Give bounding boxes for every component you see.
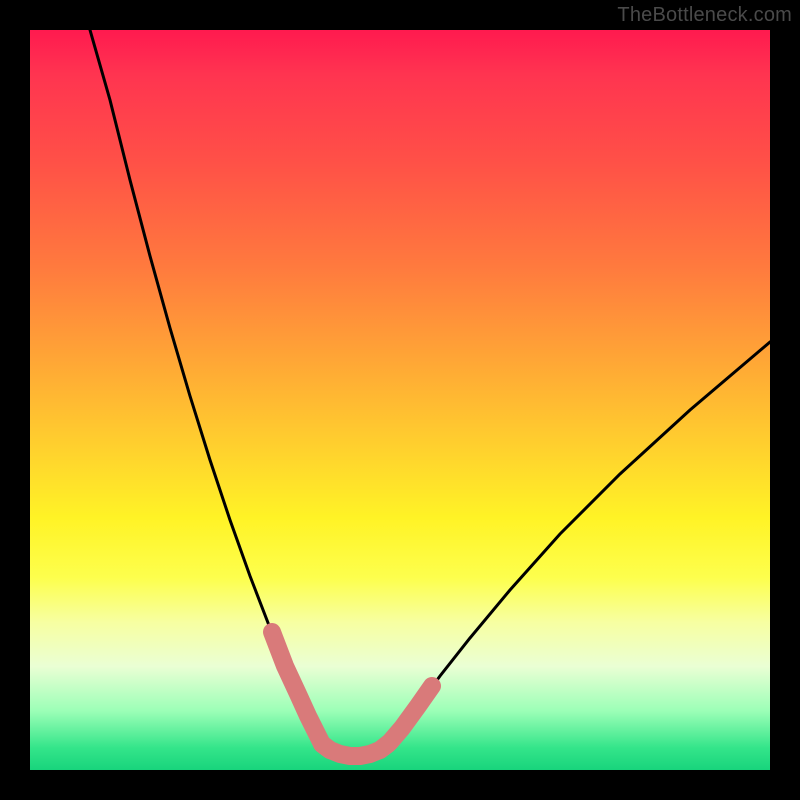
valley-highlight bbox=[272, 632, 432, 756]
highlight-segment bbox=[380, 686, 432, 750]
highlight-segment bbox=[272, 632, 330, 750]
chart-frame: TheBottleneck.com bbox=[0, 0, 800, 800]
bottleneck-curve bbox=[90, 30, 770, 756]
plot-area bbox=[30, 30, 770, 770]
watermark-text: TheBottleneck.com bbox=[617, 4, 792, 27]
curve-svg bbox=[30, 30, 770, 770]
